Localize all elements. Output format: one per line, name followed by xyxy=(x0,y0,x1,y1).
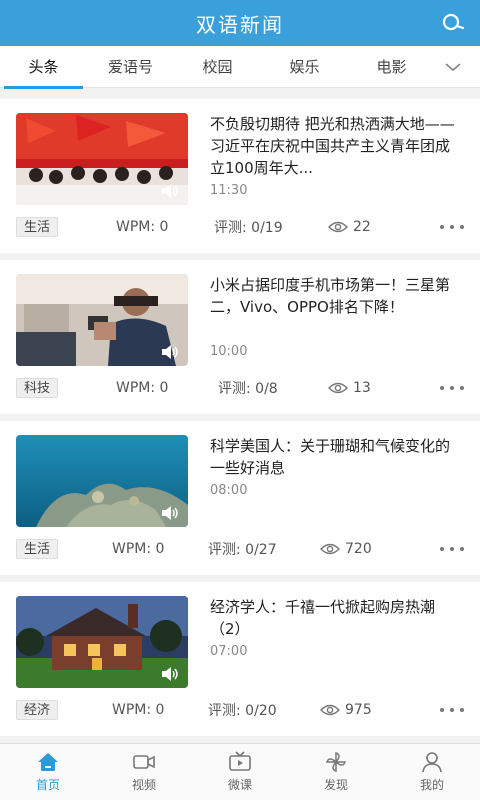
more-options-button[interactable] xyxy=(440,705,464,715)
eye-icon xyxy=(328,221,348,233)
news-card[interactable]: 科学美国人：关于珊瑚和气候变化的一些好消息 08:00 生活 WPM: 0 评测… xyxy=(0,421,480,575)
tab-aiyuhao[interactable]: 爱语号 xyxy=(87,46,174,88)
review-label: 评测: 0/20 xyxy=(208,703,277,719)
review-label: 评测: 0/27 xyxy=(208,542,277,558)
category-tag: 科技 xyxy=(16,378,59,398)
pinwheel-icon xyxy=(324,751,348,773)
tab-campus[interactable]: 校园 xyxy=(174,46,261,88)
home-icon xyxy=(36,751,60,773)
eye-icon xyxy=(320,704,340,716)
category-tabs: 头条 爱语号 校园 娱乐 电影 xyxy=(0,46,480,89)
view-count-value: 720 xyxy=(345,541,372,557)
bottom-nav: 首页 视频 微课 发现 我的 xyxy=(0,743,480,800)
view-count: 22 xyxy=(328,219,371,235)
user-icon xyxy=(420,751,444,773)
news-meta: 经济 WPM: 0 评测: 0/20 975 xyxy=(16,699,464,721)
audio-icon xyxy=(162,667,178,681)
tab-movie[interactable]: 电影 xyxy=(348,46,435,88)
news-title[interactable]: 小米占据印度手机市场第一！三星第二，Vivo、OPPO排名下降！ xyxy=(210,274,462,318)
nav-home[interactable]: 首页 xyxy=(0,744,96,800)
view-count: 975 xyxy=(320,702,372,718)
news-title[interactable]: 科学美国人：关于珊瑚和气候变化的一些好消息 xyxy=(210,435,462,479)
view-count: 720 xyxy=(320,541,372,557)
nav-video[interactable]: 视频 xyxy=(96,744,192,800)
audio-icon xyxy=(162,345,178,359)
eye-icon xyxy=(320,543,340,555)
news-title[interactable]: 不负殷切期待 把光和热洒满大地——习近平在庆祝中国共产主义青年团成立100周年大… xyxy=(210,113,462,179)
audio-icon xyxy=(162,506,178,520)
news-card[interactable]: 经济学人：千禧一代掀起购房热潮（2） 07:00 经济 WPM: 0 评测: 0… xyxy=(0,582,480,736)
news-thumbnail[interactable] xyxy=(16,274,188,366)
category-tag: 生活 xyxy=(16,539,59,559)
wpm-label: WPM: 0 xyxy=(116,380,169,396)
tabs-expand-button[interactable] xyxy=(440,54,466,80)
nav-video-label: 视频 xyxy=(131,778,156,792)
more-options-button[interactable] xyxy=(440,383,464,393)
nav-profile-label: 我的 xyxy=(419,778,444,792)
news-time: 08:00 xyxy=(210,483,248,498)
review-label: 评测: 0/19 xyxy=(214,220,283,236)
news-card[interactable]: 不负殷切期待 把光和热洒满大地——习近平在庆祝中国共产主义青年团成立100周年大… xyxy=(0,99,480,253)
wpm-label: WPM: 0 xyxy=(112,702,165,718)
eye-icon xyxy=(328,382,348,394)
news-title[interactable]: 经济学人：千禧一代掀起购房热潮（2） xyxy=(210,596,462,640)
category-tag: 生活 xyxy=(16,217,59,237)
audio-icon xyxy=(162,184,178,198)
view-count-value: 22 xyxy=(353,219,371,235)
view-count-value: 975 xyxy=(345,702,372,718)
wpm-label: WPM: 0 xyxy=(112,541,165,557)
news-thumbnail[interactable] xyxy=(16,435,188,527)
news-time: 11:30 xyxy=(210,183,248,198)
nav-discover[interactable]: 发现 xyxy=(288,744,384,800)
news-card[interactable]: 小米占据印度手机市场第一！三星第二，Vivo、OPPO排名下降！ 10:00 科… xyxy=(0,260,480,414)
tab-headline[interactable]: 头条 xyxy=(0,46,87,89)
news-thumbnail[interactable] xyxy=(16,113,188,205)
view-count-value: 13 xyxy=(353,380,371,396)
category-tag: 经济 xyxy=(16,700,59,720)
news-thumbnail[interactable] xyxy=(16,596,188,688)
news-meta: 生活 WPM: 0 评测: 0/27 720 xyxy=(16,538,464,560)
nav-profile[interactable]: 我的 xyxy=(384,744,480,800)
tv-icon xyxy=(228,751,252,773)
view-count: 13 xyxy=(328,380,371,396)
review-label: 评测: 0/8 xyxy=(218,381,278,397)
nav-home-label: 首页 xyxy=(35,778,60,792)
news-meta: 科技 WPM: 0 评测: 0/8 13 xyxy=(16,377,464,399)
search-button[interactable] xyxy=(438,8,468,38)
news-time: 07:00 xyxy=(210,644,248,659)
search-icon xyxy=(442,13,465,31)
tab-entertainment[interactable]: 娱乐 xyxy=(261,46,348,88)
more-options-button[interactable] xyxy=(440,544,464,554)
nav-microcourse[interactable]: 微课 xyxy=(192,744,288,800)
app-title: 双语新闻 xyxy=(196,12,284,37)
wpm-label: WPM: 0 xyxy=(116,219,169,235)
nav-discover-label: 发现 xyxy=(323,778,348,792)
news-feed: 不负殷切期待 把光和热洒满大地——习近平在庆祝中国共产主义青年团成立100周年大… xyxy=(0,89,480,743)
news-meta: 生活 WPM: 0 评测: 0/19 22 xyxy=(16,216,464,238)
chevron-down-icon xyxy=(445,63,461,72)
more-options-button[interactable] xyxy=(440,222,464,232)
app-header: 双语新闻 xyxy=(0,0,480,46)
news-time: 10:00 xyxy=(210,344,248,359)
nav-microcourse-label: 微课 xyxy=(227,778,252,792)
video-icon xyxy=(132,751,156,773)
